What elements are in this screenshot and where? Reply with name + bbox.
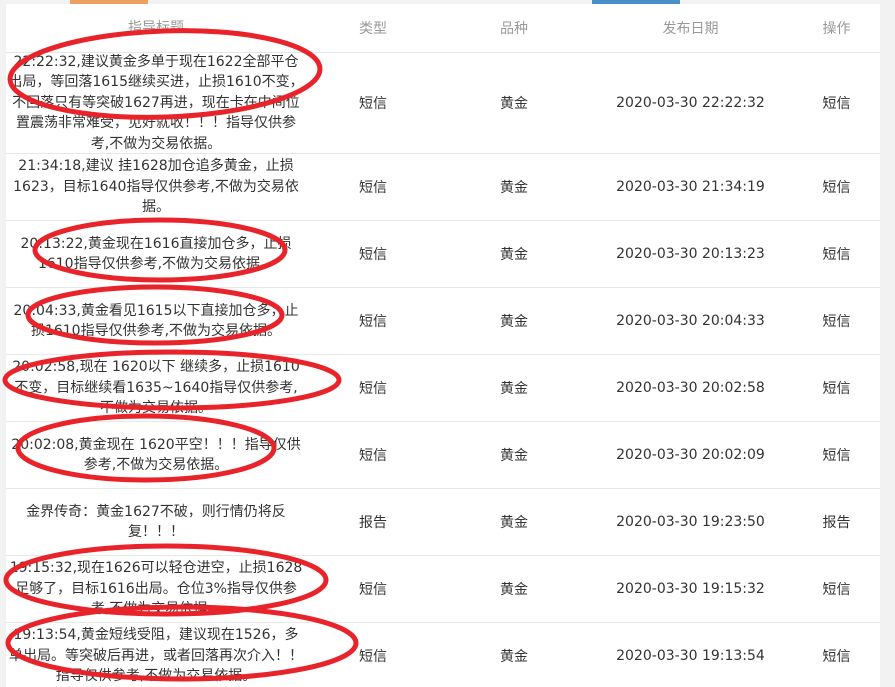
row-variety: 黄金 <box>500 515 528 531</box>
row-date: 2020-03-30 21:34:19 <box>616 179 765 195</box>
row-variety: 黄金 <box>500 649 528 665</box>
row-type: 短信 <box>359 582 387 598</box>
row-title[interactable]: 20:02:58,现在 1620以下 继续多，止损1610不变，目标继续看163… <box>6 357 306 419</box>
table-header: 指导标题 类型 品种 发布日期 操作 <box>6 4 880 53</box>
row-type: 短信 <box>359 649 387 665</box>
row-date: 2020-03-30 22:22:32 <box>616 95 765 111</box>
guidance-table: 指导标题 类型 品种 发布日期 操作 22:22:32,建议黄金多单于现在162… <box>6 4 880 687</box>
table-row[interactable]: 20:02:08,黄金现在 1620平空！！！指导仅供参考,不做为交易依据。 短信… <box>6 422 880 489</box>
row-type: 短信 <box>359 314 387 330</box>
table-body: 22:22:32,建议黄金多单于现在1622全部平仓出局，等回落1615继续买进… <box>6 53 880 687</box>
row-type: 报告 <box>359 515 387 531</box>
table-row[interactable]: 20:13:22,黄金现在1616直接加仓多，止损1610指导仅供参考,不做为交… <box>6 221 880 288</box>
row-date: 2020-03-30 19:13:54 <box>616 648 765 664</box>
row-action[interactable]: 报告 <box>793 512 880 532</box>
row-action[interactable]: 短信 <box>793 579 880 599</box>
row-type: 短信 <box>359 180 387 196</box>
row-type: 短信 <box>359 448 387 464</box>
table-row[interactable]: 21:34:18,建议 挂1628加仓追多黄金，止损1623，目标1640指导仅… <box>6 154 880 221</box>
row-title[interactable]: 20:04:33,黄金看见1615以下直接加仓多，止损1610指导仅供参考,不做… <box>6 301 306 342</box>
row-variety: 黄金 <box>500 448 528 464</box>
row-type: 短信 <box>359 381 387 397</box>
row-variety: 黄金 <box>500 96 528 112</box>
row-action[interactable]: 短信 <box>793 311 880 331</box>
column-header-date: 发布日期 <box>662 21 719 37</box>
row-date: 2020-03-30 20:04:33 <box>616 313 765 329</box>
table-row[interactable]: 20:02:58,现在 1620以下 继续多，止损1610不变，目标继续看163… <box>6 355 880 422</box>
row-variety: 黄金 <box>500 180 528 196</box>
row-date: 2020-03-30 19:15:32 <box>616 581 765 597</box>
column-header-variety: 品种 <box>500 21 528 37</box>
row-action[interactable]: 短信 <box>793 378 880 398</box>
column-header-action: 操作 <box>822 21 851 37</box>
table-row[interactable]: 20:04:33,黄金看见1615以下直接加仓多，止损1610指导仅供参考,不做… <box>6 288 880 355</box>
row-type: 短信 <box>359 247 387 263</box>
row-date: 2020-03-30 20:13:23 <box>616 246 765 262</box>
row-title[interactable]: 21:34:18,建议 挂1628加仓追多黄金，止损1623，目标1640指导仅… <box>6 156 306 218</box>
row-variety: 黄金 <box>500 582 528 598</box>
row-variety: 黄金 <box>500 247 528 263</box>
row-title[interactable]: 20:13:22,黄金现在1616直接加仓多，止损1610指导仅供参考,不做为交… <box>6 234 306 275</box>
row-date: 2020-03-30 20:02:09 <box>616 447 765 463</box>
row-title[interactable]: 金界传奇：黄金1627不破，则行情仍将反复！！！ <box>6 502 306 543</box>
row-date: 2020-03-30 20:02:58 <box>616 380 765 396</box>
column-header-type: 类型 <box>359 21 387 37</box>
row-action[interactable]: 短信 <box>793 177 880 197</box>
table-row[interactable]: 金界传奇：黄金1627不破，则行情仍将反复！！！ 报告 黄金 2020-03-30 1… <box>6 489 880 556</box>
row-title[interactable]: 22:22:32,建议黄金多单于现在1622全部平仓出局，等回落1615继续买进… <box>6 52 306 155</box>
row-action[interactable]: 短信 <box>793 93 880 113</box>
row-title[interactable]: 20:02:08,黄金现在 1620平空！！！指导仅供参考,不做为交易依据。 <box>6 435 306 476</box>
column-header-title: 指导标题 <box>128 19 184 36</box>
row-action[interactable]: 短信 <box>793 244 880 264</box>
row-action[interactable]: 短信 <box>793 646 880 666</box>
table-row[interactable]: 22:22:32,建议黄金多单于现在1622全部平仓出局，等回落1615继续买进… <box>6 53 880 154</box>
row-title[interactable]: 19:15:32,现在1626可以轻仓进空，止损1628足够了，目标1616出局… <box>6 558 306 620</box>
row-variety: 黄金 <box>500 381 528 397</box>
row-title[interactable]: 19:13:54,黄金短线受阻，建议现在1526，多单出局。等突破后再进，或者回… <box>6 625 306 687</box>
table-row[interactable]: 19:15:32,现在1626可以轻仓进空，止损1628足够了，目标1616出局… <box>6 556 880 623</box>
row-action[interactable]: 短信 <box>793 445 880 465</box>
row-date: 2020-03-30 19:23:50 <box>616 514 765 530</box>
row-type: 短信 <box>359 96 387 112</box>
row-variety: 黄金 <box>500 314 528 330</box>
table-row[interactable]: 19:13:54,黄金短线受阻，建议现在1526，多单出局。等突破后再进，或者回… <box>6 623 880 687</box>
